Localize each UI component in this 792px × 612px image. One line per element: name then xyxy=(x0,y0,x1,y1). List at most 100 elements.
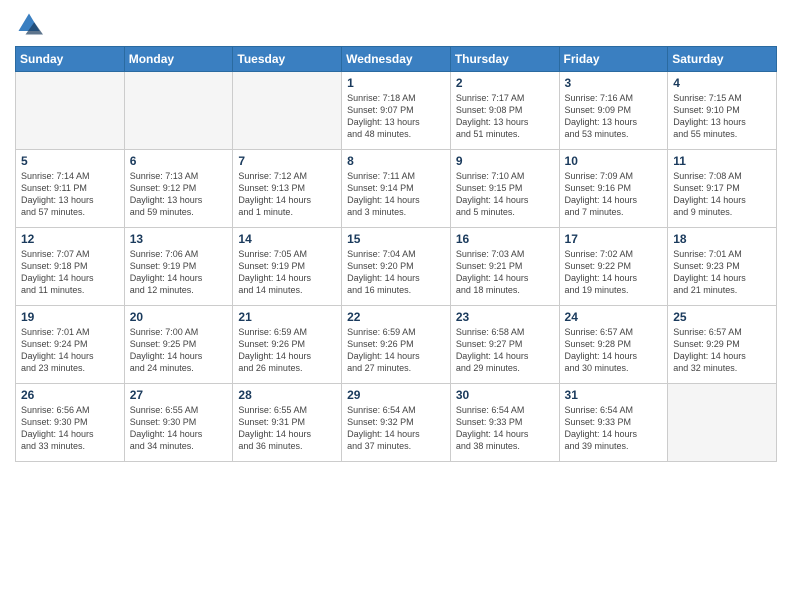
calendar-day-cell: 22 Sunrise: 6:59 AM Sunset: 9:26 PM Dayli… xyxy=(342,306,451,384)
page-container: SundayMondayTuesdayWednesdayThursdayFrid… xyxy=(0,0,792,472)
day-number: 25 xyxy=(673,310,771,324)
calendar-day-cell: 29Sunrise: 6:54 AM Sunset: 9:32 PM Dayli… xyxy=(342,384,451,462)
day-info: Sunrise: 7:12 AM Sunset: 9:13 PM Dayligh… xyxy=(238,170,336,219)
column-header-sunday: Sunday xyxy=(16,47,125,72)
calendar-day-cell: 3Sunrise: 7:16 AM Sunset: 9:09 PM Daylig… xyxy=(559,72,668,150)
day-info: Sunrise: 6:59 AM Sunset: 9:26 PM Dayligh… xyxy=(238,326,336,375)
day-info: Sunrise: 7:05 AM Sunset: 9:19 PM Dayligh… xyxy=(238,248,336,297)
day-number: 20 xyxy=(130,310,228,324)
day-info: Sunrise: 7:08 AM Sunset: 9:17 PM Dayligh… xyxy=(673,170,771,219)
calendar-day-cell: 24Sunrise: 6:57 AM Sunset: 9:28 PM Dayli… xyxy=(559,306,668,384)
calendar-day-cell: 10Sunrise: 7:09 AM Sunset: 9:16 PM Dayli… xyxy=(559,150,668,228)
calendar-day-cell: 11 Sunrise: 7:08 AM Sunset: 9:17 PM Dayli… xyxy=(668,150,777,228)
calendar-week-row: 12 Sunrise: 7:07 AM Sunset: 9:18 PM Dayli… xyxy=(16,228,777,306)
day-info: Sunrise: 7:14 AM Sunset: 9:11 PM Dayligh… xyxy=(21,170,119,219)
logo xyxy=(15,10,45,38)
day-info: Sunrise: 7:16 AM Sunset: 9:09 PM Dayligh… xyxy=(565,92,663,141)
day-number: 4 xyxy=(673,76,771,90)
day-number: 31 xyxy=(565,388,663,402)
day-info: Sunrise: 6:54 AM Sunset: 9:33 PM Dayligh… xyxy=(456,404,554,453)
column-header-thursday: Thursday xyxy=(450,47,559,72)
calendar-day-cell: 2 Sunrise: 7:17 AM Sunset: 9:08 PM Daylig… xyxy=(450,72,559,150)
day-number: 21 xyxy=(238,310,336,324)
calendar-day-cell: 7 Sunrise: 7:12 AM Sunset: 9:13 PM Daylig… xyxy=(233,150,342,228)
day-info: Sunrise: 7:15 AM Sunset: 9:10 PM Dayligh… xyxy=(673,92,771,141)
logo-icon xyxy=(15,10,43,38)
calendar-day-cell xyxy=(668,384,777,462)
calendar-day-cell: 13 Sunrise: 7:06 AM Sunset: 9:19 PM Dayli… xyxy=(124,228,233,306)
calendar-day-cell: 23Sunrise: 6:58 AM Sunset: 9:27 PM Dayli… xyxy=(450,306,559,384)
day-info: Sunrise: 7:00 AM Sunset: 9:25 PM Dayligh… xyxy=(130,326,228,375)
day-number: 15 xyxy=(347,232,445,246)
day-info: Sunrise: 7:06 AM Sunset: 9:19 PM Dayligh… xyxy=(130,248,228,297)
day-number: 28 xyxy=(238,388,336,402)
calendar-week-row: 5 Sunrise: 7:14 AM Sunset: 9:11 PM Daylig… xyxy=(16,150,777,228)
day-number: 30 xyxy=(456,388,554,402)
column-header-tuesday: Tuesday xyxy=(233,47,342,72)
day-number: 24 xyxy=(565,310,663,324)
column-header-wednesday: Wednesday xyxy=(342,47,451,72)
day-info: Sunrise: 7:01 AM Sunset: 9:23 PM Dayligh… xyxy=(673,248,771,297)
day-number: 8 xyxy=(347,154,445,168)
day-info: Sunrise: 7:09 AM Sunset: 9:16 PM Dayligh… xyxy=(565,170,663,219)
column-header-friday: Friday xyxy=(559,47,668,72)
calendar-week-row: 19Sunrise: 7:01 AM Sunset: 9:24 PM Dayli… xyxy=(16,306,777,384)
day-number: 17 xyxy=(565,232,663,246)
calendar-week-row: 1 Sunrise: 7:18 AM Sunset: 9:07 PM Daylig… xyxy=(16,72,777,150)
day-number: 19 xyxy=(21,310,119,324)
calendar-header-row: SundayMondayTuesdayWednesdayThursdayFrid… xyxy=(16,47,777,72)
calendar-day-cell: 5 Sunrise: 7:14 AM Sunset: 9:11 PM Daylig… xyxy=(16,150,125,228)
day-number: 11 xyxy=(673,154,771,168)
calendar-day-cell: 14Sunrise: 7:05 AM Sunset: 9:19 PM Dayli… xyxy=(233,228,342,306)
day-number: 27 xyxy=(130,388,228,402)
calendar-day-cell xyxy=(233,72,342,150)
calendar-week-row: 26 Sunrise: 6:56 AM Sunset: 9:30 PM Dayli… xyxy=(16,384,777,462)
calendar-day-cell: 27 Sunrise: 6:55 AM Sunset: 9:30 PM Dayli… xyxy=(124,384,233,462)
calendar-day-cell: 19Sunrise: 7:01 AM Sunset: 9:24 PM Dayli… xyxy=(16,306,125,384)
calendar-day-cell: 18 Sunrise: 7:01 AM Sunset: 9:23 PM Dayli… xyxy=(668,228,777,306)
day-number: 16 xyxy=(456,232,554,246)
calendar-day-cell: 17 Sunrise: 7:02 AM Sunset: 9:22 PM Dayli… xyxy=(559,228,668,306)
calendar-day-cell: 9Sunrise: 7:10 AM Sunset: 9:15 PM Daylig… xyxy=(450,150,559,228)
day-info: Sunrise: 6:54 AM Sunset: 9:33 PM Dayligh… xyxy=(565,404,663,453)
day-number: 1 xyxy=(347,76,445,90)
day-info: Sunrise: 7:04 AM Sunset: 9:20 PM Dayligh… xyxy=(347,248,445,297)
day-number: 22 xyxy=(347,310,445,324)
day-info: Sunrise: 6:56 AM Sunset: 9:30 PM Dayligh… xyxy=(21,404,119,453)
day-info: Sunrise: 6:55 AM Sunset: 9:31 PM Dayligh… xyxy=(238,404,336,453)
calendar-day-cell: 1 Sunrise: 7:18 AM Sunset: 9:07 PM Daylig… xyxy=(342,72,451,150)
day-info: Sunrise: 6:55 AM Sunset: 9:30 PM Dayligh… xyxy=(130,404,228,453)
day-number: 12 xyxy=(21,232,119,246)
day-number: 26 xyxy=(21,388,119,402)
day-number: 2 xyxy=(456,76,554,90)
day-info: Sunrise: 7:18 AM Sunset: 9:07 PM Dayligh… xyxy=(347,92,445,141)
calendar-day-cell: 15 Sunrise: 7:04 AM Sunset: 9:20 PM Dayli… xyxy=(342,228,451,306)
calendar-day-cell: 31 Sunrise: 6:54 AM Sunset: 9:33 PM Dayli… xyxy=(559,384,668,462)
calendar-day-cell: 4 Sunrise: 7:15 AM Sunset: 9:10 PM Daylig… xyxy=(668,72,777,150)
day-number: 7 xyxy=(238,154,336,168)
day-number: 9 xyxy=(456,154,554,168)
calendar-day-cell: 28 Sunrise: 6:55 AM Sunset: 9:31 PM Dayli… xyxy=(233,384,342,462)
day-number: 5 xyxy=(21,154,119,168)
calendar-day-cell: 26 Sunrise: 6:56 AM Sunset: 9:30 PM Dayli… xyxy=(16,384,125,462)
day-number: 18 xyxy=(673,232,771,246)
page-header xyxy=(15,10,777,38)
day-info: Sunrise: 6:58 AM Sunset: 9:27 PM Dayligh… xyxy=(456,326,554,375)
day-info: Sunrise: 7:03 AM Sunset: 9:21 PM Dayligh… xyxy=(456,248,554,297)
calendar-day-cell: 20 Sunrise: 7:00 AM Sunset: 9:25 PM Dayli… xyxy=(124,306,233,384)
day-number: 13 xyxy=(130,232,228,246)
day-info: Sunrise: 7:02 AM Sunset: 9:22 PM Dayligh… xyxy=(565,248,663,297)
calendar-day-cell xyxy=(124,72,233,150)
calendar-day-cell: 8Sunrise: 7:11 AM Sunset: 9:14 PM Daylig… xyxy=(342,150,451,228)
day-info: Sunrise: 7:13 AM Sunset: 9:12 PM Dayligh… xyxy=(130,170,228,219)
day-info: Sunrise: 6:54 AM Sunset: 9:32 PM Dayligh… xyxy=(347,404,445,453)
calendar-day-cell: 25Sunrise: 6:57 AM Sunset: 9:29 PM Dayli… xyxy=(668,306,777,384)
calendar-day-cell: 21 Sunrise: 6:59 AM Sunset: 9:26 PM Dayli… xyxy=(233,306,342,384)
column-header-monday: Monday xyxy=(124,47,233,72)
day-info: Sunrise: 7:17 AM Sunset: 9:08 PM Dayligh… xyxy=(456,92,554,141)
day-info: Sunrise: 6:59 AM Sunset: 9:26 PM Dayligh… xyxy=(347,326,445,375)
day-info: Sunrise: 7:07 AM Sunset: 9:18 PM Dayligh… xyxy=(21,248,119,297)
calendar-day-cell: 6Sunrise: 7:13 AM Sunset: 9:12 PM Daylig… xyxy=(124,150,233,228)
calendar-day-cell: 30 Sunrise: 6:54 AM Sunset: 9:33 PM Dayli… xyxy=(450,384,559,462)
calendar-day-cell: 12 Sunrise: 7:07 AM Sunset: 9:18 PM Dayli… xyxy=(16,228,125,306)
